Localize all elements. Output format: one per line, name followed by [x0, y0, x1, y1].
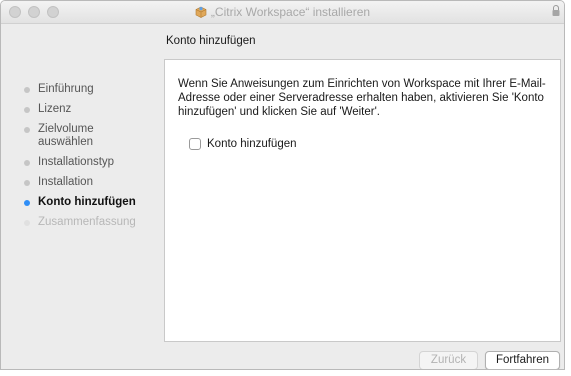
- sidebar-step-label: Einführung: [38, 83, 94, 95]
- sidebar-step-installation: Installation: [21, 176, 161, 189]
- add-account-checkbox[interactable]: [189, 138, 201, 150]
- continue-button[interactable]: Fortfahren: [485, 351, 560, 369]
- sidebar-step-label: Zielvolume auswählen: [38, 123, 94, 148]
- lock-icon: [552, 5, 560, 16]
- installer-window: „Citrix Workspace“ installieren Konto hi…: [0, 0, 565, 370]
- step-dot-icon: [24, 107, 30, 113]
- sidebar-step-label: Konto hinzufügen: [38, 196, 136, 208]
- add-account-checkbox-row[interactable]: Konto hinzufügen: [189, 138, 297, 150]
- installer-steps-sidebar: Einführung Lizenz Zielvolume auswählen I…: [21, 83, 161, 236]
- window-title-text: „Citrix Workspace“ installieren: [210, 5, 371, 19]
- sidebar-step-label: Installationstyp: [38, 156, 115, 168]
- sidebar-step-einfuehrung: Einführung: [21, 83, 161, 96]
- sidebar-step-label: Installation: [38, 176, 93, 188]
- sidebar-step-zielvolume: Zielvolume auswählen: [21, 123, 148, 149]
- package-icon: [195, 6, 207, 18]
- instructions-text: Wenn Sie Anweisungen zum Einrichten von …: [178, 78, 546, 118]
- title-bar: „Citrix Workspace“ installieren: [1, 1, 564, 24]
- step-dot-icon: [24, 127, 30, 133]
- sidebar-step-zusammenfassung: Zusammenfassung: [21, 216, 161, 229]
- content-panel: Wenn Sie Anweisungen zum Einrichten von …: [164, 59, 561, 342]
- sidebar-step-konto-hinzufuegen: Konto hinzufügen: [21, 196, 161, 209]
- sidebar-step-label: Lizenz: [38, 103, 72, 115]
- step-dot-icon: [24, 220, 30, 226]
- step-dot-icon: [24, 160, 30, 166]
- sidebar-step-lizenz: Lizenz: [21, 103, 161, 116]
- sidebar-step-installationstyp: Installationstyp: [21, 156, 161, 169]
- back-button[interactable]: Zurück: [419, 351, 478, 369]
- sidebar-step-label: Zusammenfassung: [38, 216, 136, 228]
- step-dot-icon: [24, 180, 30, 186]
- step-dot-icon: [24, 87, 30, 93]
- step-dot-icon: [24, 200, 30, 206]
- window-title: „Citrix Workspace“ installieren: [1, 5, 564, 19]
- add-account-checkbox-label[interactable]: Konto hinzufügen: [207, 138, 297, 150]
- page-title: Konto hinzufügen: [166, 35, 256, 47]
